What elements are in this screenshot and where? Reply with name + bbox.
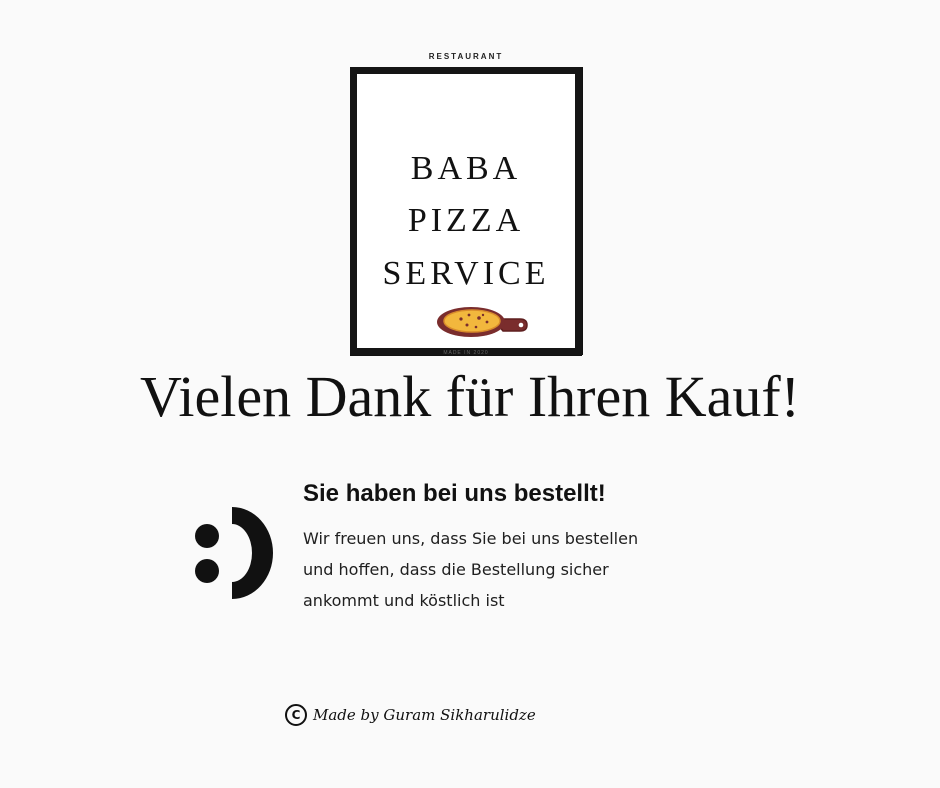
message-line: und hoffen, dass die Bestellung sicher — [303, 560, 609, 579]
logo-frame: BABA PIZZA SERVICE — [350, 67, 582, 355]
logo-line-baba: BABA — [410, 150, 522, 187]
smiley-icon — [195, 507, 273, 599]
credit-text: Made by Guram Sikharulidze — [313, 706, 536, 724]
pizza-peel-icon — [437, 307, 528, 337]
message-line: ankommt und köstlich ist — [303, 591, 505, 610]
message-line: Wir freuen uns, dass Sie bei uns bestell… — [303, 529, 639, 548]
logo-footer: MADE IN 2020 — [443, 350, 489, 356]
logo-kicker: RESTAURANT — [428, 52, 504, 61]
order-confirmation-title: Sie haben bei uns bestellt! — [303, 480, 606, 507]
copyright-icon: C — [285, 704, 307, 726]
footer-credit: C Made by Guram Sikharulidze — [285, 704, 536, 726]
pizza-icon — [437, 307, 505, 337]
thank-you-headline: Vielen Dank für Ihren Kauf! — [139, 364, 800, 429]
order-confirmation-message: Wir freuen uns, dass Sie bei uns bestell… — [303, 523, 688, 616]
logo-line-pizza: PIZZA — [407, 202, 525, 239]
logo-line-service: SERVICE — [382, 255, 550, 292]
